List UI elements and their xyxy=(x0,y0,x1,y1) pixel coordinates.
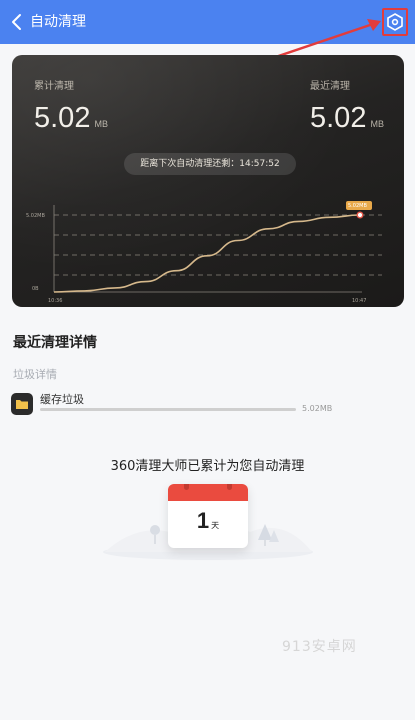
recent-cleaned-number: 5.02 xyxy=(310,102,367,134)
y-tick-top: 5.02MB xyxy=(26,213,45,219)
calendar-ring xyxy=(184,484,189,490)
page-title: 自动清理 xyxy=(30,14,86,30)
calendar-days: 1天 xyxy=(168,508,248,534)
folder-icon xyxy=(11,393,33,415)
days-count: 1 xyxy=(196,508,210,533)
cache-junk-label: 缓存垃圾 xyxy=(40,393,84,406)
calendar-icon: 1天 xyxy=(168,484,248,548)
end-point-marker xyxy=(356,211,364,219)
cleanup-summary-text: 360清理大师已累计为您自动清理 xyxy=(110,459,305,474)
recent-cleaned-unit: MB xyxy=(370,119,384,129)
section-title: 最近清理详情 xyxy=(13,335,97,351)
recent-cleaned-value: 5.02 MB xyxy=(310,102,384,135)
cache-junk-size: 5.02MB xyxy=(302,404,333,413)
y-tick-bottom: 0B xyxy=(32,286,39,292)
back-chevron-icon[interactable] xyxy=(10,12,24,32)
total-cleaned-unit: MB xyxy=(94,119,108,129)
days-unit: 天 xyxy=(211,521,220,530)
total-cleaned-value: 5.02 MB xyxy=(34,102,108,135)
x-tick-end: 10:47 xyxy=(352,298,366,304)
cache-junk-progress xyxy=(40,408,296,411)
total-cleaned-number: 5.02 xyxy=(34,102,91,134)
hexagon-gear-icon xyxy=(387,13,403,31)
junk-details-subtitle: 垃圾详情 xyxy=(13,368,57,381)
x-tick-start: 10:36 xyxy=(48,298,62,304)
recent-cleaned-label: 最近清理 xyxy=(310,81,350,92)
settings-button[interactable] xyxy=(382,8,408,36)
total-cleaned-label: 累计清理 xyxy=(34,81,74,92)
countdown-pill: 距离下次自动清理还剩：14:57:52 xyxy=(124,153,296,175)
stats-card: 累计清理 5.02 MB 最近清理 5.02 MB 距离下次自动清理还剩：14:57… xyxy=(12,55,404,307)
point-label-text: 5.02MB xyxy=(348,203,367,209)
calendar-ring xyxy=(227,484,232,490)
series-line xyxy=(53,214,361,293)
cleanup-line-chart: 5.02MB 0B 10:36 10:47 5.02MB xyxy=(26,201,382,304)
watermark: 913安卓网 xyxy=(282,639,357,655)
calendar-header xyxy=(168,484,248,501)
